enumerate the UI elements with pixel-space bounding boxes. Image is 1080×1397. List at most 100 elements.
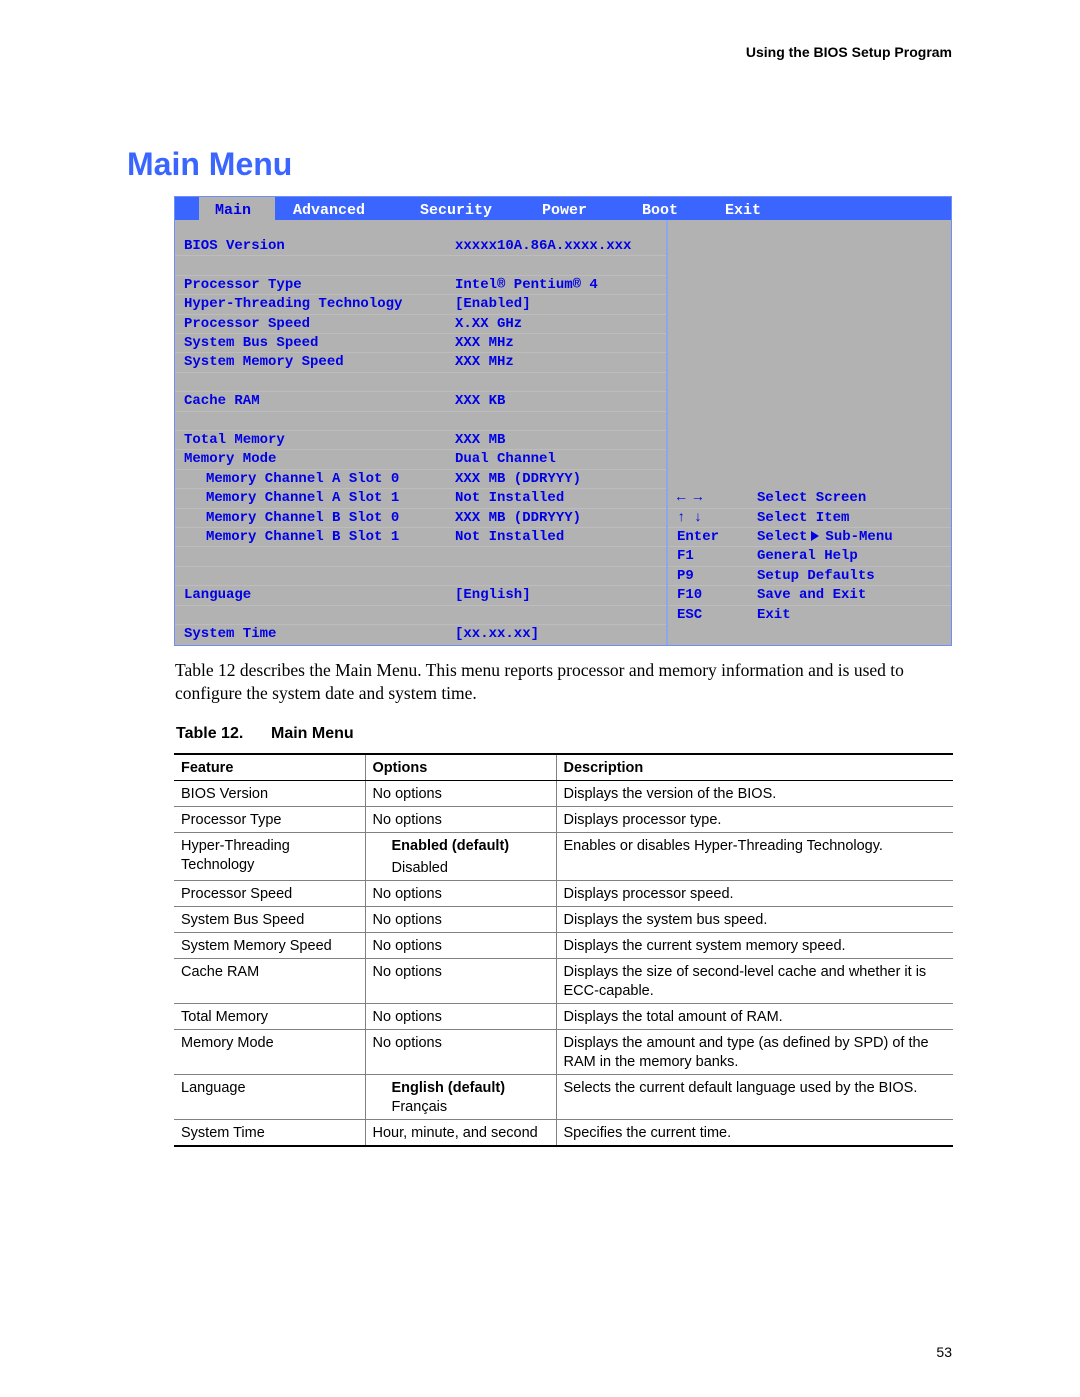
bios-row-spacer <box>175 412 666 431</box>
feature-cell: Hyper-Threading Technology <box>174 832 365 881</box>
key-help-row: ↑ ↓ Select Item <box>668 509 951 528</box>
bios-row-processor-speed[interactable]: Processor Speed X.XX GHz <box>175 315 666 334</box>
bios-row-value: X.XX GHz <box>455 315 523 332</box>
bios-row-label: Memory Mode <box>184 451 277 468</box>
options-cell: Enabled (default) Disabled <box>364 832 556 881</box>
bios-row-total-memory[interactable]: Total Memory XXX MB <box>175 431 666 451</box>
bios-row-spacer <box>175 256 666 276</box>
key-help-key: P9 <box>677 567 694 584</box>
bios-row-spacer <box>175 547 666 567</box>
description-cell: Displays the current system memory speed… <box>555 932 953 959</box>
default-option: Enabled (default) <box>391 838 510 854</box>
feature-cell: BIOS Version <box>174 780 365 807</box>
alternate-option: Français <box>391 1099 448 1115</box>
bios-row-value: XXX KB <box>455 393 506 410</box>
bios-tab-boot[interactable]: Boot <box>642 197 678 220</box>
bios-tab-main[interactable]: Main <box>199 197 276 220</box>
bios-row-value: Dual Channel <box>455 451 556 468</box>
options-cell: No options <box>364 958 556 1004</box>
triangle-right-icon <box>811 531 820 541</box>
column-header-description: Description <box>555 753 953 781</box>
bios-row-label: Language <box>184 587 252 604</box>
feature-cell: System Time <box>174 1119 365 1147</box>
bios-row-system-bus-speed[interactable]: System Bus Speed XXX MHz <box>175 334 666 354</box>
bios-row-channel-a-slot-0[interactable]: Memory Channel A Slot 0 XXX MB (DDRYYY) <box>175 470 666 490</box>
key-help-desc: Select Item <box>757 509 850 526</box>
bios-row-label: Cache RAM <box>184 393 260 410</box>
key-help-desc: Select Sub-Menu <box>757 528 893 547</box>
bios-row-language[interactable]: Language [English] <box>175 586 666 606</box>
options-cell: No options <box>364 932 556 959</box>
bios-row-label: Memory Channel B Slot 0 <box>206 509 400 526</box>
description-cell: Displays the size of second-level cache … <box>555 958 953 1004</box>
key-help-row: F1 General Help <box>668 547 951 567</box>
alternate-option: Disabled <box>391 860 448 876</box>
bios-tab-power[interactable]: Power <box>542 197 587 220</box>
bios-row-label: Processor Speed <box>184 315 311 332</box>
main-menu-table: Feature Options Description BIOS Version… <box>174 753 953 1147</box>
bios-row-label: System Time <box>184 626 277 642</box>
bios-tab-security[interactable]: Security <box>420 197 492 220</box>
bios-row-system-time[interactable]: System Time [xx.xx.xx] <box>175 625 666 644</box>
intro-paragraph: Table 12 describes the Main Menu. This m… <box>175 660 904 703</box>
table-row: Hyper-Threading Technology Enabled (defau… <box>174 832 953 881</box>
bios-row-channel-b-slot-1[interactable]: Memory Channel B Slot 1 Not Installed <box>175 528 666 548</box>
feature-cell: Processor Type <box>174 806 365 833</box>
bios-settings-pane: BIOS Version xxxxx10A.86A.xxxx.xxx Proces… <box>175 220 668 645</box>
key-help-row: ← → Select Screen <box>668 489 951 509</box>
table-row: Memory Mode No options Displays the amount… <box>174 1029 953 1075</box>
table-title: Main Menu <box>271 725 354 742</box>
bios-row-system-memory-speed[interactable]: System Memory Speed XXX MHz <box>175 353 666 373</box>
bios-row-memory-mode[interactable]: Memory Mode Dual Channel <box>175 450 666 470</box>
table-row: Cache RAM No options Displays the size of … <box>174 958 953 1004</box>
page-title: Main Menu <box>127 146 293 182</box>
table-number: Table 12. <box>176 725 244 742</box>
table-row: Processor Type No options Displays process… <box>174 806 953 833</box>
description-cell: Displays the version of the BIOS. <box>555 780 953 807</box>
bios-row-value: [xx.xx.xx] <box>455 626 540 642</box>
bios-row-value: XXX MHz <box>455 354 514 371</box>
table-row: System Memory Speed No options Displays th… <box>174 932 953 959</box>
feature-cell: System Bus Speed <box>174 906 365 933</box>
bios-row-spacer <box>175 567 666 587</box>
page-number: 53 <box>936 1344 952 1360</box>
bios-row-label: Total Memory <box>184 432 285 448</box>
column-header-options: Options <box>364 753 556 781</box>
bios-row-label: Memory Channel A Slot 0 <box>206 470 400 487</box>
description-cell: Enables or disables Hyper-Threading Tech… <box>555 832 953 881</box>
bios-row-value: Not Installed <box>455 490 565 507</box>
bios-row-label: Hyper-Threading Technology <box>184 296 403 313</box>
table-row: System Time Hour, minute, and second Speci… <box>174 1119 953 1147</box>
bios-row-channel-b-slot-0[interactable]: Memory Channel B Slot 0 XXX MB (DDRYYY) <box>175 509 666 528</box>
bios-row-channel-a-slot-1[interactable]: Memory Channel A Slot 1 Not Installed <box>175 489 666 509</box>
options-cell: No options <box>364 880 556 907</box>
bios-row-value: [Enabled] <box>455 296 531 313</box>
description-cell: Displays the amount and type (as defined… <box>555 1029 953 1075</box>
feature-cell: Cache RAM <box>174 958 365 1004</box>
bios-row-value: XXX MB (DDRYYY) <box>455 470 582 487</box>
description-cell: Specifies the current time. <box>555 1119 953 1147</box>
options-cell: No options <box>364 1029 556 1075</box>
key-help-key: Enter <box>677 529 720 545</box>
bios-row-label: System Memory Speed <box>184 354 344 371</box>
key-help-desc: Select Screen <box>757 490 867 507</box>
left-right-arrow-keys-icon: ← → <box>677 490 703 507</box>
key-help-key: F1 <box>677 548 694 565</box>
description-cell: Displays the total amount of RAM. <box>555 1003 953 1030</box>
bios-row-value: xxxxx10A.86A.xxxx.xxx <box>455 238 632 254</box>
bios-menu-bar: Main Advanced Security Power Boot Exit <box>175 197 951 220</box>
bios-row-hyper-threading[interactable]: Hyper-Threading Technology [Enabled] <box>175 295 666 315</box>
key-help-key: F10 <box>677 587 703 604</box>
key-help-desc: Exit <box>757 606 791 623</box>
bios-row-bios-version[interactable]: BIOS Version xxxxx10A.86A.xxxx.xxx <box>175 237 666 257</box>
bios-tab-advanced[interactable]: Advanced <box>293 197 365 220</box>
bios-row-cache-ram[interactable]: Cache RAM XXX KB <box>175 392 666 412</box>
table-header-row: Feature Options Description <box>174 753 953 781</box>
bios-screenshot: Main Advanced Security Power Boot Exit B… <box>174 196 952 646</box>
bios-row-label: Memory Channel A Slot 1 <box>206 490 400 507</box>
description-cell: Displays processor speed. <box>555 880 953 907</box>
bios-row-processor-type[interactable]: Processor Type Intel® Pentium® 4 <box>175 276 666 296</box>
column-header-feature: Feature <box>174 753 365 781</box>
key-help-desc-part: Select <box>757 529 808 545</box>
bios-tab-exit[interactable]: Exit <box>725 197 761 220</box>
